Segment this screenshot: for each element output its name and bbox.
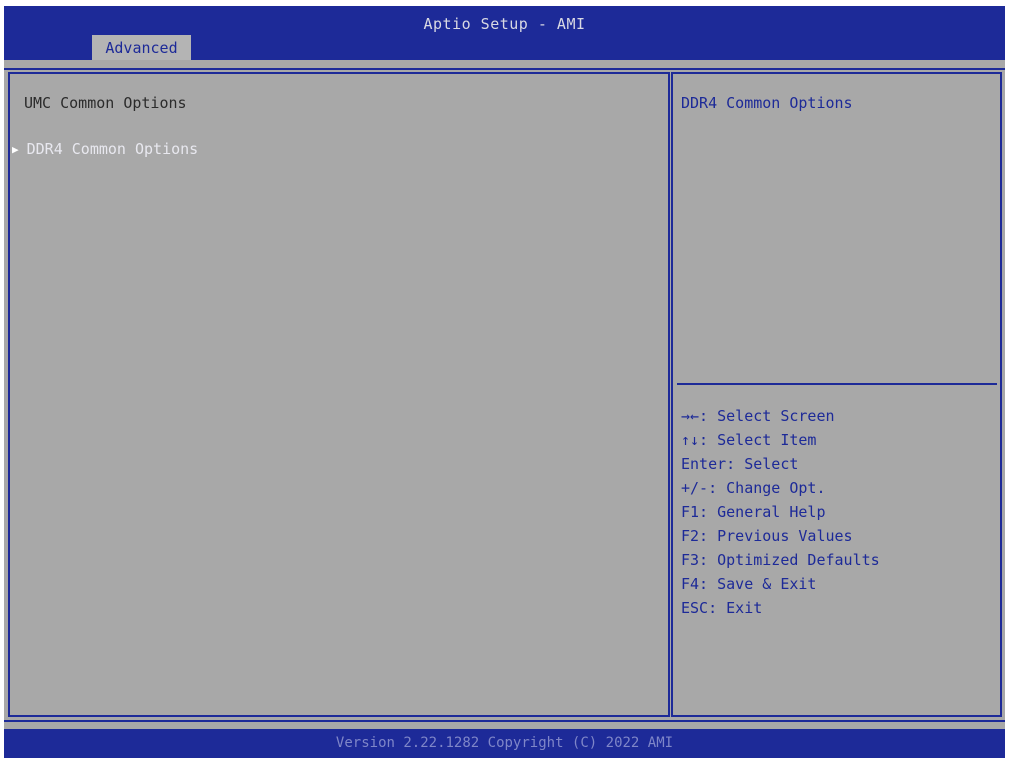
key-hint-optimized-defaults: F3: Optimized Defaults — [681, 551, 880, 569]
help-description: DDR4 Common Options — [681, 94, 853, 112]
key-hint-select-screen: →←: Select Screen — [681, 407, 835, 425]
bios-window: Aptio Setup - AMI Advanced UMC Common Op… — [4, 6, 1005, 758]
key-legend: →←: Select Screen ↑↓: Select Item Enter:… — [681, 404, 880, 620]
submenu-arrow-icon: ▶ — [12, 143, 19, 156]
menu-item-label: DDR4 Common Options — [26, 140, 199, 158]
key-hint-general-help: F1: General Help — [681, 503, 826, 521]
key-hint-exit: ESC: Exit — [681, 599, 763, 617]
help-divider — [677, 383, 997, 385]
footer-divider — [4, 720, 1005, 722]
key-hint-change-opt: +/-: Change Opt. — [681, 479, 826, 497]
help-pane: DDR4 Common Options →←: Select Screen ↑↓… — [671, 72, 1002, 717]
menu-item-ddr4-common-options[interactable]: ▶ DDR4 Common Options — [12, 140, 198, 158]
title-bar: Aptio Setup - AMI Advanced — [4, 6, 1005, 60]
key-hint-select-item: ↑↓: Select Item — [681, 431, 817, 449]
app-title: Aptio Setup - AMI — [423, 15, 586, 33]
settings-pane: UMC Common Options ▶ DDR4 Common Options — [8, 72, 670, 717]
header-divider — [4, 68, 1005, 70]
page-title: UMC Common Options — [24, 94, 187, 112]
key-hint-enter: Enter: Select — [681, 455, 799, 473]
version-footer: Version 2.22.1282 Copyright (C) 2022 AMI — [4, 729, 1005, 758]
tab-advanced[interactable]: Advanced — [92, 35, 191, 60]
key-hint-previous-values: F2: Previous Values — [681, 527, 853, 545]
key-hint-save-exit: F4: Save & Exit — [681, 575, 817, 593]
